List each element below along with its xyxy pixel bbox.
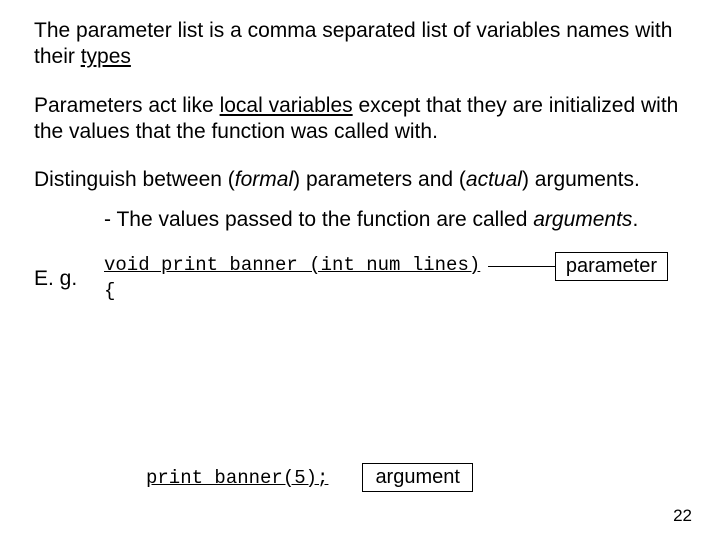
argument-row: print_banner(5); argument <box>146 463 473 492</box>
code-line: void print_banner (int num_lines) <box>104 254 480 276</box>
example-label: E. g. <box>34 207 104 291</box>
text: ) <box>293 168 306 191</box>
paragraph-1: The parameter list is a comma separated … <box>34 18 686 71</box>
page-number: 22 <box>673 506 692 526</box>
text: parameters <box>306 168 412 191</box>
text-italic: actual <box>466 168 522 191</box>
text-italic: formal <box>235 168 293 191</box>
text: ) <box>522 168 535 191</box>
paragraph-2: Parameters act like local variables exce… <box>34 93 686 146</box>
parameter-label-box: parameter <box>555 252 668 281</box>
text: Parameters act like <box>34 94 220 117</box>
text: - The values passed to the function are … <box>104 208 533 231</box>
code-line: { <box>104 280 115 302</box>
text: . <box>632 208 638 231</box>
example-row: E. g. - The values passed to the functio… <box>34 207 686 304</box>
text-italic: arguments <box>533 208 632 231</box>
text: arguments <box>535 168 634 191</box>
text-underlined: local variables <box>220 94 353 117</box>
example-subtext: - The values passed to the function are … <box>104 207 686 233</box>
paragraph-3: Distinguish between (formal) parameters … <box>34 167 686 193</box>
code-wrap: void print_banner (int num_lines) { para… <box>104 252 686 305</box>
text: and ( <box>412 168 466 191</box>
text: . <box>634 168 640 191</box>
text-underlined: types <box>81 45 131 68</box>
argument-code: print_banner(5); <box>146 467 328 489</box>
example-body: - The values passed to the function are … <box>104 207 686 304</box>
slide: The parameter list is a comma separated … <box>0 0 720 540</box>
text: Distinguish between ( <box>34 168 235 191</box>
argument-label-box: argument <box>362 463 473 492</box>
